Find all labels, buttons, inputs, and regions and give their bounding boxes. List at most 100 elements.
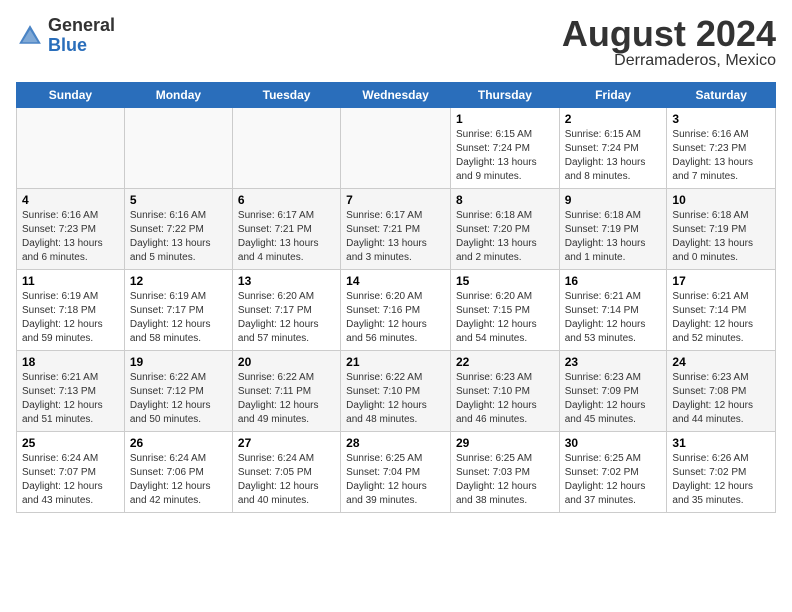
day-info: Sunrise: 6:15 AMSunset: 7:24 PMDaylight:… bbox=[565, 128, 662, 184]
day-info: Sunrise: 6:16 AMSunset: 7:22 PMDaylight:… bbox=[130, 209, 227, 265]
calendar-cell: 27 Sunrise: 6:24 AMSunset: 7:05 PMDayligh… bbox=[232, 432, 340, 513]
calendar-subtitle: Derramaderos, Mexico bbox=[562, 52, 776, 70]
day-info: Sunrise: 6:24 AMSunset: 7:06 PMDaylight:… bbox=[130, 452, 227, 508]
day-number: 11 bbox=[22, 274, 119, 288]
day-number: 7 bbox=[346, 193, 445, 207]
day-number: 8 bbox=[456, 193, 554, 207]
calendar-cell: 14 Sunrise: 6:20 AMSunset: 7:16 PMDayligh… bbox=[341, 270, 451, 351]
calendar-cell bbox=[17, 108, 125, 189]
calendar-cell: 13Sunrise: 6:20 AMSunset: 7:17 PMDayligh… bbox=[232, 270, 340, 351]
calendar-cell: 23 Sunrise: 6:23 AMSunset: 7:09 PMDayligh… bbox=[559, 351, 667, 432]
calendar-cell: 17Sunrise: 6:21 AMSunset: 7:14 PMDayligh… bbox=[667, 270, 776, 351]
day-number: 12 bbox=[130, 274, 227, 288]
calendar-cell: 12 Sunrise: 6:19 AMSunset: 7:17 PMDayligh… bbox=[124, 270, 232, 351]
calendar-title: August 2024 bbox=[562, 16, 776, 52]
day-number: 16 bbox=[565, 274, 662, 288]
calendar-cell: 26 Sunrise: 6:24 AMSunset: 7:06 PMDayligh… bbox=[124, 432, 232, 513]
day-info: Sunrise: 6:20 AMSunset: 7:15 PMDaylight:… bbox=[456, 290, 554, 346]
day-number: 30 bbox=[565, 436, 662, 450]
header-tuesday: Tuesday bbox=[232, 83, 340, 108]
calendar-cell: 16 Sunrise: 6:21 AMSunset: 7:14 PMDayligh… bbox=[559, 270, 667, 351]
header-row: SundayMondayTuesdayWednesdayThursdayFrid… bbox=[17, 83, 776, 108]
day-info: Sunrise: 6:15 AMSunset: 7:24 PMDaylight:… bbox=[456, 128, 554, 184]
week-row-2: 4Sunrise: 6:16 AMSunset: 7:23 PMDaylight… bbox=[17, 189, 776, 270]
day-info: Sunrise: 6:22 AMSunset: 7:11 PMDaylight:… bbox=[238, 371, 335, 427]
day-number: 21 bbox=[346, 355, 445, 369]
day-info: Sunrise: 6:17 AMSunset: 7:21 PMDaylight:… bbox=[346, 209, 445, 265]
day-info: Sunrise: 6:24 AMSunset: 7:07 PMDaylight:… bbox=[22, 452, 119, 508]
week-row-3: 11 Sunrise: 6:19 AMSunset: 7:18 PMDayligh… bbox=[17, 270, 776, 351]
week-row-5: 25 Sunrise: 6:24 AMSunset: 7:07 PMDayligh… bbox=[17, 432, 776, 513]
calendar-header: SundayMondayTuesdayWednesdayThursdayFrid… bbox=[17, 83, 776, 108]
day-number: 20 bbox=[238, 355, 335, 369]
calendar-cell: 25 Sunrise: 6:24 AMSunset: 7:07 PMDayligh… bbox=[17, 432, 125, 513]
day-info: Sunrise: 6:18 AMSunset: 7:19 PMDaylight:… bbox=[672, 209, 770, 265]
day-number: 24 bbox=[672, 355, 770, 369]
day-number: 15 bbox=[456, 274, 554, 288]
day-info: Sunrise: 6:18 AMSunset: 7:19 PMDaylight:… bbox=[565, 209, 662, 265]
header-thursday: Thursday bbox=[450, 83, 559, 108]
day-number: 26 bbox=[130, 436, 227, 450]
day-info: Sunrise: 6:24 AMSunset: 7:05 PMDaylight:… bbox=[238, 452, 335, 508]
logo-icon bbox=[16, 22, 44, 50]
day-info: Sunrise: 6:23 AMSunset: 7:08 PMDaylight:… bbox=[672, 371, 770, 427]
day-info: Sunrise: 6:20 AMSunset: 7:17 PMDaylight:… bbox=[238, 290, 335, 346]
title-block: August 2024 Derramaderos, Mexico bbox=[562, 16, 776, 70]
day-number: 3 bbox=[672, 112, 770, 126]
day-number: 23 bbox=[565, 355, 662, 369]
calendar-cell: 30 Sunrise: 6:25 AMSunset: 7:02 PMDayligh… bbox=[559, 432, 667, 513]
calendar-cell: 10 Sunrise: 6:18 AMSunset: 7:19 PMDayligh… bbox=[667, 189, 776, 270]
day-number: 22 bbox=[456, 355, 554, 369]
day-number: 25 bbox=[22, 436, 119, 450]
week-row-1: 1 Sunrise: 6:15 AMSunset: 7:24 PMDaylight… bbox=[17, 108, 776, 189]
day-number: 1 bbox=[456, 112, 554, 126]
day-info: Sunrise: 6:21 AMSunset: 7:13 PMDaylight:… bbox=[22, 371, 119, 427]
logo: General Blue bbox=[16, 16, 115, 56]
day-info: Sunrise: 6:16 AMSunset: 7:23 PMDaylight:… bbox=[22, 209, 119, 265]
calendar-table: SundayMondayTuesdayWednesdayThursdayFrid… bbox=[16, 82, 776, 513]
header-monday: Monday bbox=[124, 83, 232, 108]
day-number: 6 bbox=[238, 193, 335, 207]
calendar-cell bbox=[124, 108, 232, 189]
calendar-cell: 19Sunrise: 6:22 AMSunset: 7:12 PMDayligh… bbox=[124, 351, 232, 432]
header-saturday: Saturday bbox=[667, 83, 776, 108]
calendar-cell: 1 Sunrise: 6:15 AMSunset: 7:24 PMDaylight… bbox=[450, 108, 559, 189]
calendar-cell: 29Sunrise: 6:25 AMSunset: 7:03 PMDayligh… bbox=[450, 432, 559, 513]
day-info: Sunrise: 6:22 AMSunset: 7:10 PMDaylight:… bbox=[346, 371, 445, 427]
day-number: 10 bbox=[672, 193, 770, 207]
calendar-cell: 8Sunrise: 6:18 AMSunset: 7:20 PMDaylight… bbox=[450, 189, 559, 270]
day-info: Sunrise: 6:21 AMSunset: 7:14 PMDaylight:… bbox=[565, 290, 662, 346]
day-number: 29 bbox=[456, 436, 554, 450]
calendar-cell: 9 Sunrise: 6:18 AMSunset: 7:19 PMDaylight… bbox=[559, 189, 667, 270]
calendar-cell: 21 Sunrise: 6:22 AMSunset: 7:10 PMDayligh… bbox=[341, 351, 451, 432]
calendar-cell: 7 Sunrise: 6:17 AMSunset: 7:21 PMDaylight… bbox=[341, 189, 451, 270]
calendar-cell: 11 Sunrise: 6:19 AMSunset: 7:18 PMDayligh… bbox=[17, 270, 125, 351]
calendar-cell: 3Sunrise: 6:16 AMSunset: 7:23 PMDaylight… bbox=[667, 108, 776, 189]
day-number: 27 bbox=[238, 436, 335, 450]
header-wednesday: Wednesday bbox=[341, 83, 451, 108]
day-number: 9 bbox=[565, 193, 662, 207]
calendar-cell bbox=[341, 108, 451, 189]
page-header: General Blue August 2024 Derramaderos, M… bbox=[16, 16, 776, 70]
day-number: 17 bbox=[672, 274, 770, 288]
day-info: Sunrise: 6:19 AMSunset: 7:17 PMDaylight:… bbox=[130, 290, 227, 346]
calendar-cell: 2Sunrise: 6:15 AMSunset: 7:24 PMDaylight… bbox=[559, 108, 667, 189]
day-number: 18 bbox=[22, 355, 119, 369]
day-number: 31 bbox=[672, 436, 770, 450]
day-info: Sunrise: 6:20 AMSunset: 7:16 PMDaylight:… bbox=[346, 290, 445, 346]
day-number: 14 bbox=[346, 274, 445, 288]
calendar-cell: 24 Sunrise: 6:23 AMSunset: 7:08 PMDayligh… bbox=[667, 351, 776, 432]
day-info: Sunrise: 6:23 AMSunset: 7:09 PMDaylight:… bbox=[565, 371, 662, 427]
calendar-cell: 20 Sunrise: 6:22 AMSunset: 7:11 PMDayligh… bbox=[232, 351, 340, 432]
day-info: Sunrise: 6:25 AMSunset: 7:02 PMDaylight:… bbox=[565, 452, 662, 508]
logo-general-text: General bbox=[48, 16, 115, 36]
day-info: Sunrise: 6:19 AMSunset: 7:18 PMDaylight:… bbox=[22, 290, 119, 346]
header-friday: Friday bbox=[559, 83, 667, 108]
calendar-body: 1 Sunrise: 6:15 AMSunset: 7:24 PMDaylight… bbox=[17, 108, 776, 513]
calendar-cell: 4Sunrise: 6:16 AMSunset: 7:23 PMDaylight… bbox=[17, 189, 125, 270]
calendar-cell: 22Sunrise: 6:23 AMSunset: 7:10 PMDayligh… bbox=[450, 351, 559, 432]
header-sunday: Sunday bbox=[17, 83, 125, 108]
logo-blue-text: Blue bbox=[48, 36, 115, 56]
calendar-cell: 18 Sunrise: 6:21 AMSunset: 7:13 PMDayligh… bbox=[17, 351, 125, 432]
day-number: 28 bbox=[346, 436, 445, 450]
